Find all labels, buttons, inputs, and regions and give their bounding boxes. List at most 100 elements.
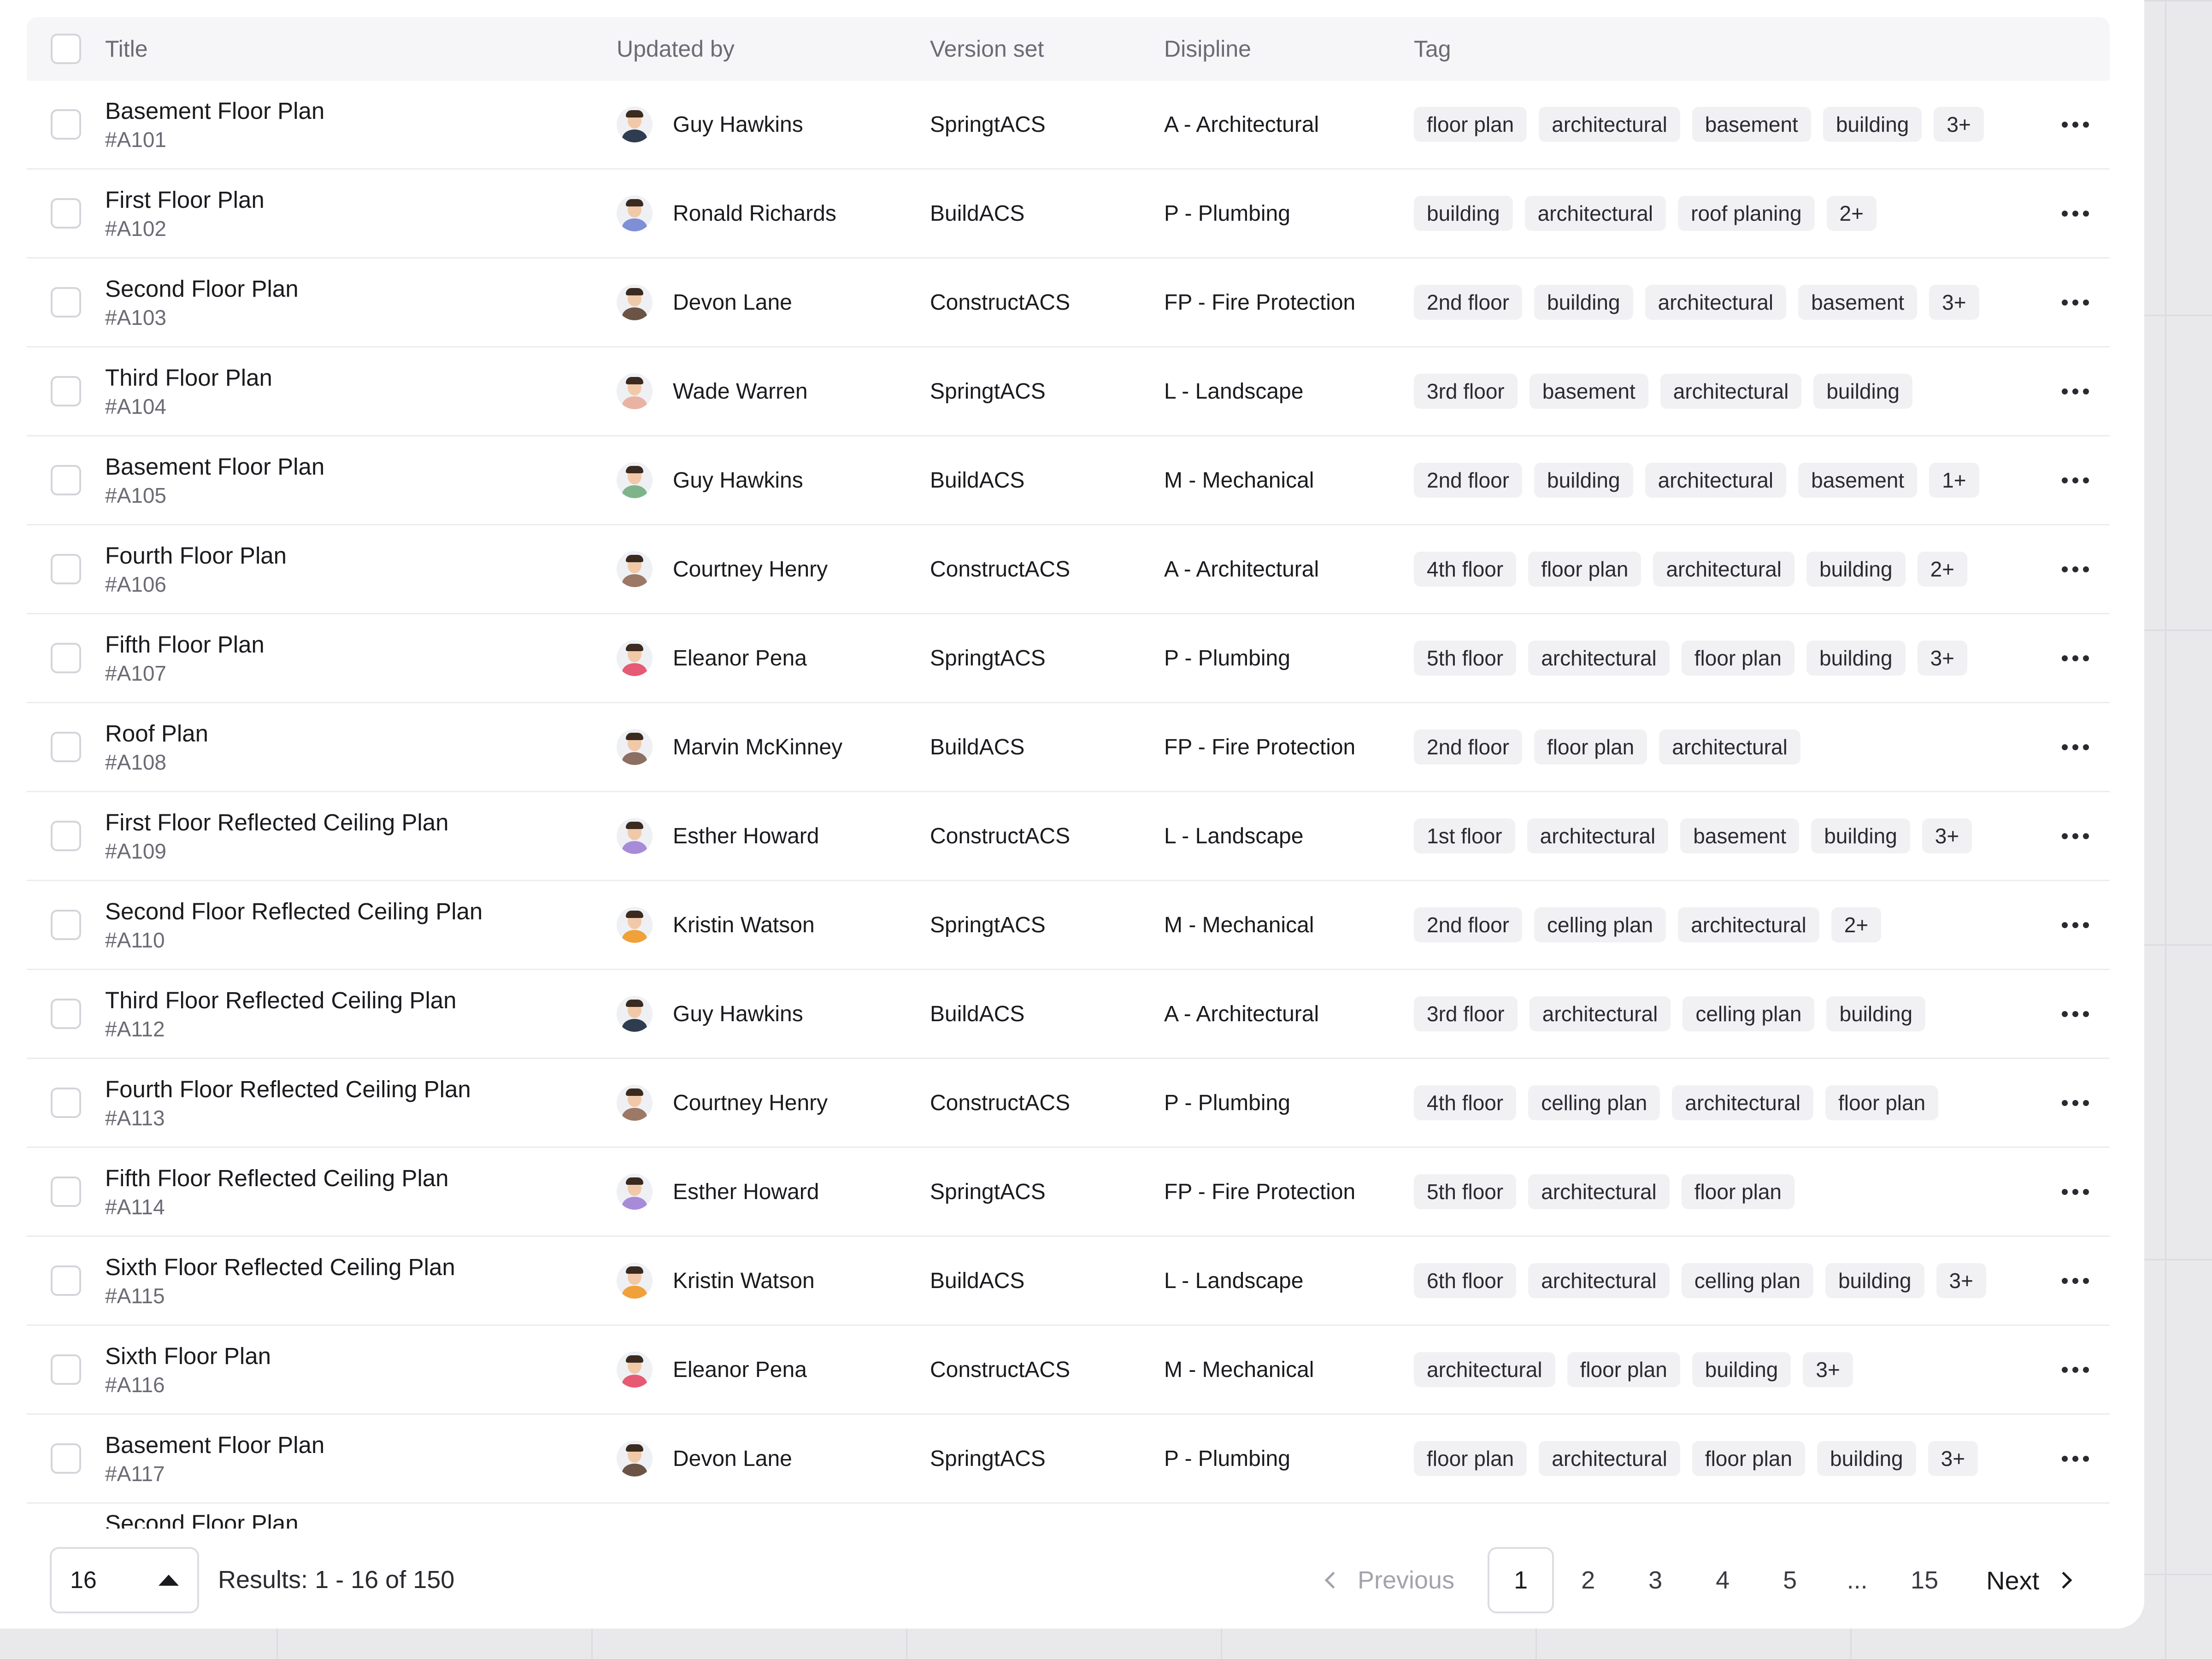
more-options-icon[interactable] [2061,833,2089,839]
row-title[interactable]: Third Floor Reflected Ceiling Plan [105,985,617,1016]
table-row[interactable]: Third Floor Plan #A104 Wade Warren Sprin… [27,347,2110,436]
table-row[interactable]: Fourth Floor Reflected Ceiling Plan #A11… [27,1059,2110,1148]
row-title[interactable]: Second Floor Reflected Ceiling Plan [105,896,617,927]
tag-chip[interactable]: 3rd floor [1414,374,1518,409]
row-title[interactable]: Fourth Floor Plan [105,541,617,571]
table-row[interactable]: First Floor Plan #A102 Ronald Richards B… [27,170,2110,259]
tag-chip[interactable]: building [1692,1352,1791,1387]
tag-chip[interactable]: roof planing [1678,196,1815,231]
tag-chip[interactable]: floor plan [1528,552,1641,587]
tag-chip[interactable]: 3+ [1936,1263,1986,1298]
more-options-icon[interactable] [2061,1277,2089,1284]
tag-chip[interactable]: architectural [1678,907,1819,942]
row-checkbox[interactable] [51,109,81,140]
tag-chip[interactable]: celling plan [1534,907,1666,942]
row-title[interactable]: Fifth Floor Reflected Ceiling Plan [105,1163,617,1194]
tag-chip[interactable]: 2+ [1917,552,1968,587]
tag-chip[interactable]: architectural [1529,996,1671,1031]
row-checkbox[interactable] [51,999,81,1029]
page-button-2[interactable]: 2 [1555,1547,1621,1613]
more-options-icon[interactable] [2061,1011,2089,1017]
more-options-icon[interactable] [2061,210,2089,217]
tag-chip[interactable]: 3+ [1934,107,1984,142]
more-options-icon[interactable] [2061,1366,2089,1373]
tag-chip[interactable]: building [1414,196,1513,231]
tag-chip[interactable]: architectural [1524,196,1666,231]
tag-chip[interactable]: celling plan [1528,1085,1660,1120]
row-title[interactable]: Fourth Floor Reflected Ceiling Plan [105,1074,617,1105]
more-options-icon[interactable] [2061,477,2089,483]
tag-chip[interactable]: building [1534,285,1633,320]
tag-chip[interactable]: building [1813,374,1912,409]
tag-chip[interactable]: basement [1692,107,1811,142]
page-button-3[interactable]: 3 [1622,1547,1688,1613]
tag-chip[interactable]: architectural [1645,285,1787,320]
row-title[interactable]: First Floor Plan [105,185,617,215]
table-row[interactable]: Fifth Floor Reflected Ceiling Plan #A114… [27,1148,2110,1237]
tag-chip[interactable]: architectural [1653,552,1795,587]
tag-chip[interactable]: 2nd floor [1414,729,1523,765]
tag-chip[interactable]: 3rd floor [1414,996,1518,1031]
row-title[interactable]: Fifth Floor Plan [105,629,617,660]
table-row[interactable]: Third Floor Reflected Ceiling Plan #A112… [27,970,2110,1059]
header-updated-by[interactable]: Updated by [617,35,930,62]
tag-chip[interactable]: building [1825,1263,1924,1298]
next-page-button[interactable]: Next [1986,1565,2072,1595]
header-tag[interactable]: Tag [1414,35,2041,62]
row-checkbox[interactable] [51,1177,81,1207]
tag-chip[interactable]: building [1811,818,1910,853]
row-title[interactable]: Sixth Floor Plan [105,1341,617,1371]
table-row[interactable]: Fifth Floor Plan #A107 Eleanor Pena Spri… [27,614,2110,703]
tag-chip[interactable]: building [1806,552,1906,587]
tag-chip[interactable]: celling plan [1683,996,1815,1031]
tag-chip[interactable]: 3+ [1922,818,1972,853]
row-title[interactable]: Basement Floor Plan [105,1430,617,1460]
tag-chip[interactable]: architectural [1645,463,1787,498]
more-options-icon[interactable] [2061,655,2089,661]
tag-chip[interactable]: 3+ [1803,1352,1853,1387]
more-options-icon[interactable] [2061,121,2089,128]
row-title[interactable]: Second Floor Plan [105,1508,617,1529]
row-title[interactable]: Roof Plan [105,718,617,749]
tag-chip[interactable]: basement [1529,374,1648,409]
row-checkbox[interactable] [51,821,81,851]
table-row[interactable]: Second Floor Plan #A103 Devon Lane Const… [27,259,2110,347]
page-button-1[interactable]: 1 [1488,1547,1554,1613]
row-checkbox[interactable] [51,643,81,673]
tag-chip[interactable]: architectural [1528,1174,1670,1209]
row-title[interactable]: Basement Floor Plan [105,96,617,126]
previous-page-button[interactable]: Previous [1324,1566,1454,1594]
row-title[interactable]: Basement Floor Plan [105,452,617,482]
tag-chip[interactable]: building [1826,996,1926,1031]
row-checkbox[interactable] [51,554,81,584]
row-checkbox[interactable] [51,732,81,762]
tag-chip[interactable]: floor plan [1534,729,1647,765]
tag-chip[interactable]: floor plan [1414,107,1527,142]
table-row[interactable]: Sixth Floor Plan #A116 Eleanor Pena Cons… [27,1326,2110,1415]
row-checkbox[interactable] [51,1443,81,1474]
tag-chip[interactable]: 4th floor [1414,1085,1517,1120]
row-title[interactable]: Second Floor Plan [105,274,617,304]
more-options-icon[interactable] [2061,744,2089,750]
row-title[interactable]: Third Floor Plan [105,363,617,393]
more-options-icon[interactable] [2061,388,2089,394]
tag-chip[interactable]: floor plan [1692,1441,1806,1476]
tag-chip[interactable]: architectural [1527,818,1669,853]
row-checkbox[interactable] [51,1265,81,1296]
more-options-icon[interactable] [2061,1455,2089,1462]
tag-chip[interactable]: 5th floor [1414,641,1517,676]
row-checkbox[interactable] [51,1088,81,1118]
tag-chip[interactable]: celling plan [1681,1263,1813,1298]
table-row[interactable]: First Floor Reflected Ceiling Plan #A109… [27,792,2110,881]
row-checkbox[interactable] [51,1354,81,1385]
tag-chip[interactable]: floor plan [1681,1174,1795,1209]
table-row[interactable]: Basement Floor Plan #A101 Guy Hawkins Sp… [27,81,2110,170]
table-row[interactable]: Roof Plan #A108 Marvin McKinney BuildACS… [27,703,2110,792]
row-title[interactable]: Sixth Floor Reflected Ceiling Plan [105,1252,617,1282]
select-all-checkbox[interactable] [51,34,81,64]
header-title[interactable]: Title [105,35,617,62]
more-options-icon[interactable] [2061,922,2089,928]
tag-chip[interactable]: basement [1798,285,1918,320]
page-size-select[interactable]: 16 [50,1547,199,1613]
tag-chip[interactable]: floor plan [1681,641,1795,676]
